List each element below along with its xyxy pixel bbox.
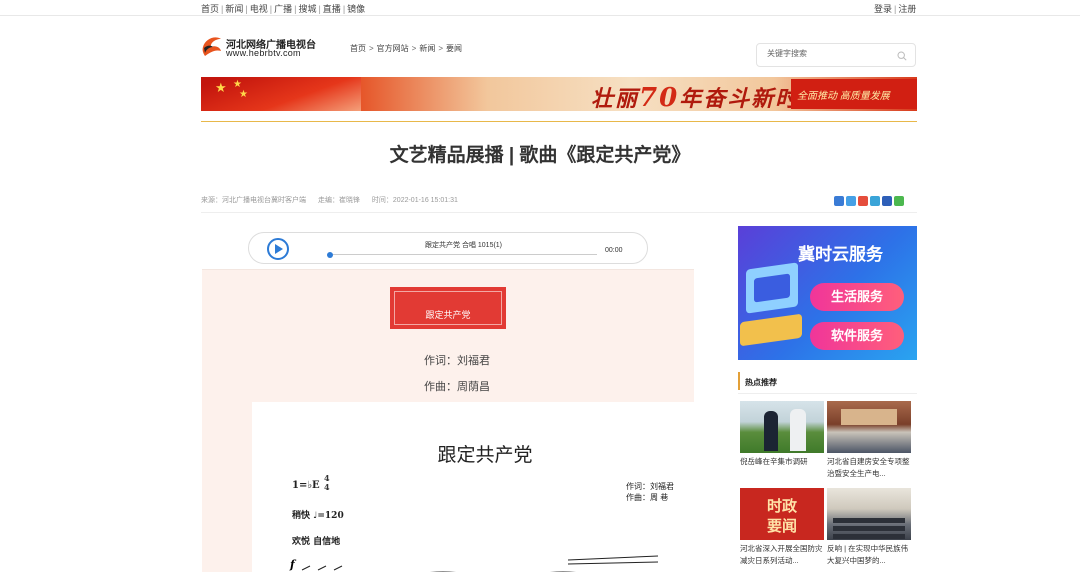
player-area: 跟定共产党 合唱 1015(1) 00:00 xyxy=(202,226,694,270)
nav-separator: | xyxy=(294,4,297,14)
nav-city[interactable]: 搜城 xyxy=(298,4,316,14)
logo-text-en: www.hebrbtv.com xyxy=(226,48,301,58)
hot-card-caption[interactable]: 河北省深入开展全国防灾减灾日系列活动... xyxy=(740,543,824,567)
hot-recommend-title: 热点推荐 xyxy=(745,378,777,387)
player-progress-track[interactable] xyxy=(333,254,597,255)
nav-news[interactable]: 新闻 xyxy=(225,4,243,14)
sheet-meter: 44 xyxy=(324,473,330,492)
sheet-music-image: 跟定共产党 1=♭E 44 作词：刘福君 作曲：周 巷 稍快 ♩=120 欢悦 自… xyxy=(252,402,694,572)
account-links: 登录 | 注册 xyxy=(874,2,916,15)
search-box xyxy=(756,43,916,67)
breadcrumb-news[interactable]: 新闻 xyxy=(419,44,435,53)
sheet-tempo: 稍快 ♩=120 xyxy=(292,511,344,521)
hot-card-image[interactable] xyxy=(740,401,824,453)
header-divider xyxy=(201,121,917,122)
nav-separator: | xyxy=(342,4,346,14)
audio-player: 跟定共产党 合唱 1015(1) 00:00 xyxy=(248,232,648,264)
sheet-mood: 欢悦 自信地 xyxy=(292,537,341,547)
article-title: 文艺精品展播 | 歌曲《跟定共产党》 xyxy=(389,145,691,166)
software-service-button[interactable]: 软件服务 xyxy=(810,322,904,350)
nav-separator: | xyxy=(221,4,224,14)
song-title-box: 跟定共产党 xyxy=(390,287,506,329)
breadcrumb-headlines[interactable]: 要闻 xyxy=(446,44,462,53)
breadcrumb-official[interactable]: 官方网站 xyxy=(377,44,409,53)
nav-separator: | xyxy=(245,4,248,14)
nav-separator: | xyxy=(318,4,321,14)
hot-card[interactable]: 反响 | 在实现中华民族伟大复兴中国梦的... xyxy=(827,488,911,567)
play-icon[interactable] xyxy=(267,238,289,260)
search-icon[interactable] xyxy=(897,51,907,61)
article-body: 跟定共产党 合唱 1015(1) 00:00 跟定共产党 作词：刘福君 作曲：周… xyxy=(202,226,694,572)
ad-screen-graphic xyxy=(754,273,790,303)
nav-live[interactable]: 直播 xyxy=(323,4,341,14)
share-wechat-icon[interactable] xyxy=(894,196,904,206)
svg-text:f: f xyxy=(289,558,297,571)
sidebar-ad[interactable]: 冀时云服务 生活服务 软件服务 xyxy=(738,226,917,360)
ad-title: 冀时云服务 xyxy=(798,245,883,264)
share-icons xyxy=(834,196,904,206)
breadcrumb-sep: > xyxy=(369,44,374,53)
top-nav-links: 首页 | 新闻 | 电视 | 广播 | 搜城 | 直播 | 镜像 xyxy=(201,2,365,15)
nav-radio[interactable]: 广播 xyxy=(274,4,292,14)
player-song-title: 跟定共产党 合唱 1015(1) xyxy=(425,242,503,249)
site-logo[interactable]: 河北网络广播电视台 www.hebrbtv.com xyxy=(201,33,321,61)
life-service-button[interactable]: 生活服务 xyxy=(810,283,904,311)
star-icon: ★ xyxy=(215,80,227,95)
song-title-box-label: 跟定共产党 xyxy=(425,310,471,320)
hot-card-image[interactable] xyxy=(827,401,911,453)
search-input[interactable] xyxy=(767,49,887,58)
share-plus-icon[interactable] xyxy=(834,196,844,206)
ad-base-graphic xyxy=(740,313,802,347)
nav-separator: | xyxy=(269,4,273,14)
top-nav-bar: 首页 | 新闻 | 电视 | 广播 | 搜城 | 直播 | 镜像 登录 | 注册 xyxy=(0,0,1080,16)
breadcrumb-sep: > xyxy=(411,44,417,53)
share-weibo-icon[interactable] xyxy=(858,196,868,206)
image-text: 时政 xyxy=(766,497,797,515)
hot-card-image[interactable] xyxy=(827,488,911,540)
sheet-key: 1=♭E xyxy=(292,480,320,491)
nav-separator: | xyxy=(894,4,897,14)
breadcrumb: 首页 > 官方网站 > 新闻 > 要闻 xyxy=(350,43,462,54)
hot-card[interactable]: 时政 要闻 河北省深入开展全国防灾减灾日系列活动... xyxy=(740,488,824,567)
meta-divider xyxy=(201,212,917,213)
player-time: 00:00 xyxy=(605,247,623,254)
image-text: 要闻 xyxy=(766,517,797,535)
hot-card[interactable]: 河北省自建房安全专项整治暨安全生产电... xyxy=(827,401,911,480)
register-link[interactable]: 注册 xyxy=(898,4,916,14)
article-editor: 走编：崔晓锋 xyxy=(317,197,360,204)
lyricist: 作词：刘福君 xyxy=(424,355,490,367)
hot-card-caption[interactable]: 河北省自建房安全专项整治暨安全生产电... xyxy=(827,456,911,480)
share-qzone-icon[interactable] xyxy=(846,196,856,206)
sheet-credits: 作词：刘福君 作曲：周 巷 xyxy=(626,482,674,502)
player-progress-handle[interactable] xyxy=(327,252,333,258)
breadcrumb-sep: > xyxy=(438,44,444,53)
logo-mark-icon xyxy=(202,37,221,56)
hot-card[interactable]: 倪岳峰在辛集市调研 xyxy=(740,401,824,480)
hot-card-image[interactable]: 时政 要闻 xyxy=(740,488,824,540)
hot-accent-bar xyxy=(738,372,740,390)
nav-tv[interactable]: 电视 xyxy=(250,4,268,14)
composer: 作曲：周荫昌 xyxy=(424,381,490,393)
nav-home[interactable]: 首页 xyxy=(201,4,219,14)
sheet-notation-graphic: f xyxy=(289,555,659,572)
breadcrumb-home[interactable]: 首页 xyxy=(350,44,366,53)
star-icon: ★ xyxy=(239,89,248,100)
share-tencent-icon[interactable] xyxy=(870,196,880,206)
login-link[interactable]: 登录 xyxy=(874,4,892,14)
article-source: 来源：河北广播电视台冀时客户端 xyxy=(201,197,306,204)
nav-mirror[interactable]: 镜像 xyxy=(347,4,365,14)
sheet-title: 跟定共产党 xyxy=(437,444,533,466)
banner-right-panel: 全面推动 高质量发展 xyxy=(791,79,917,109)
hot-recommend-header: 热点推荐 xyxy=(738,368,917,394)
hot-card-caption[interactable]: 倪岳峰在辛集市调研 xyxy=(740,456,824,480)
article-time: 时间：2022-01-16 15:01:31 xyxy=(371,197,458,204)
share-renren-icon[interactable] xyxy=(882,196,892,206)
hot-card-caption[interactable]: 反响 | 在实现中华民族伟大复兴中国梦的... xyxy=(827,543,911,567)
promo-banner[interactable]: ★ ★ ★ 壮丽70年奋斗新时代 全面推动 高质量发展 xyxy=(201,77,917,111)
article-meta: 来源：河北广播电视台冀时客户端 走编：崔晓锋 时间：2022-01-16 15:… xyxy=(201,195,468,205)
banner-slogan: 壮丽70年奋斗新时代 xyxy=(591,83,824,111)
